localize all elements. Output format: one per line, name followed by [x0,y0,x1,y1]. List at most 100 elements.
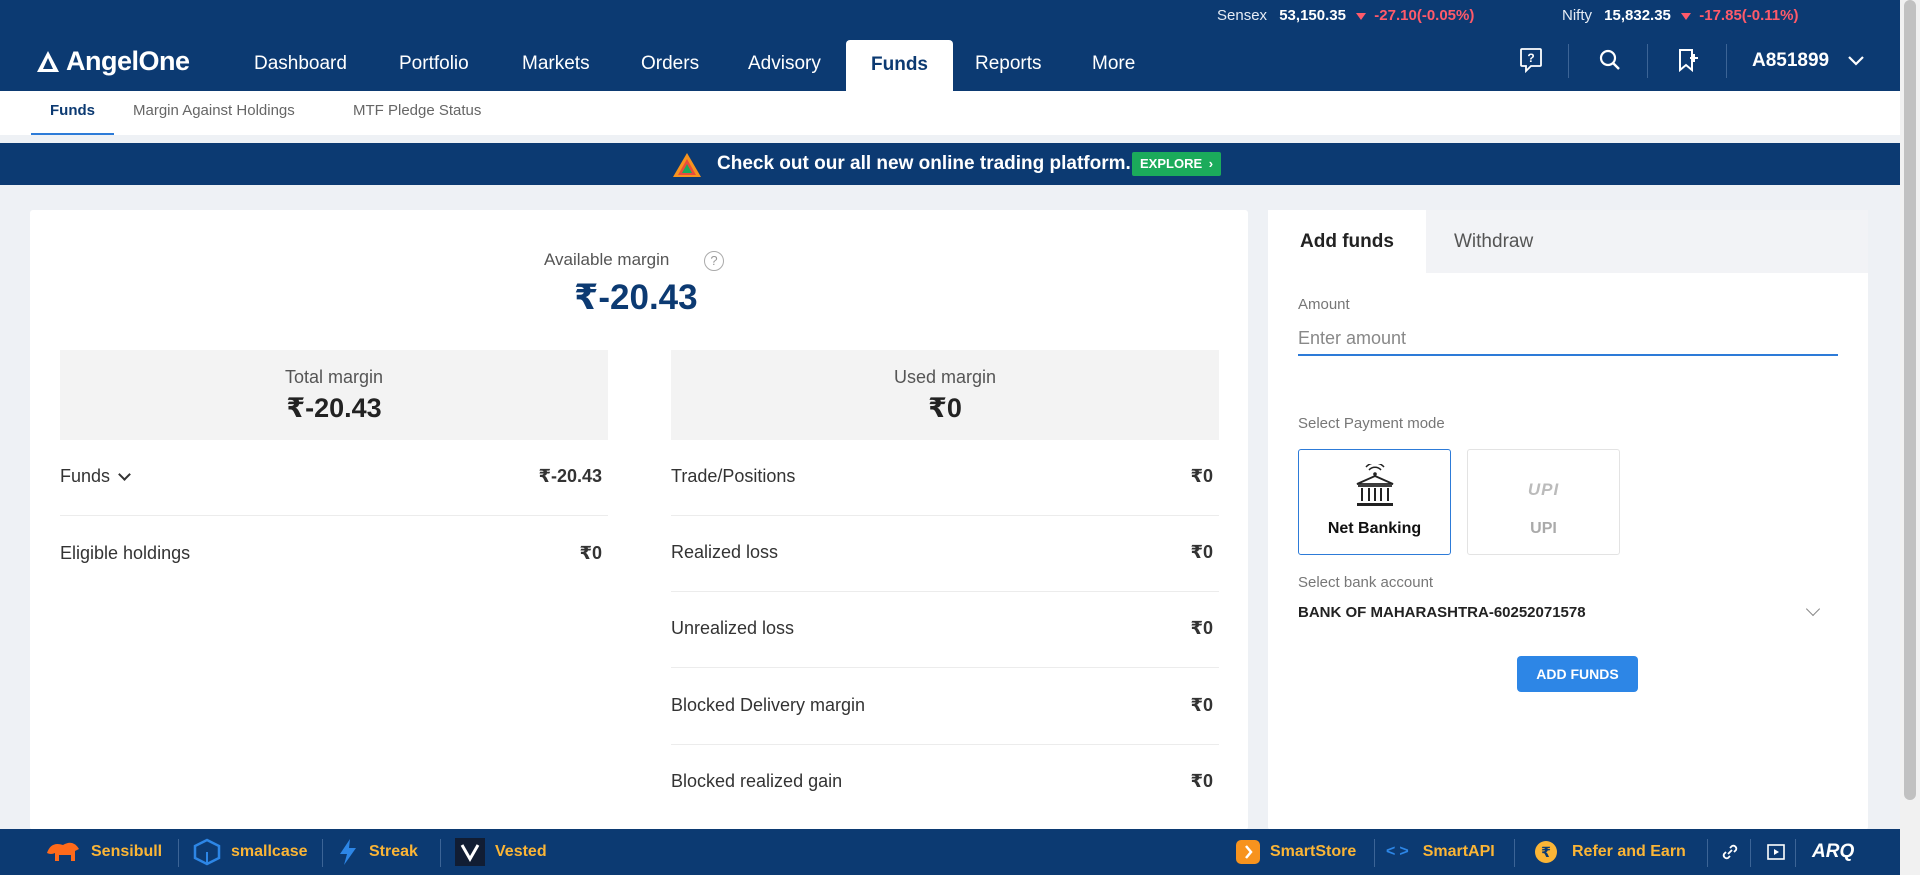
chevron-right-icon: › [1208,156,1214,171]
partner-apps-bar: Sensibull smallcase Streak Vested SmartS… [0,829,1900,875]
nav-funds[interactable]: Funds [846,40,953,91]
logo-text: AngelOne [66,46,190,76]
arq-logo: ARQ [1812,829,1854,875]
eligible-holdings-row: Eligible holdings ₹0 [60,517,608,593]
funds-row-value: ₹-20.43 [538,466,602,486]
bottom-divider [322,839,323,867]
available-margin-value: ₹-20.43 [574,278,698,317]
used-margin-value: ₹0 [928,393,962,423]
vested-link[interactable]: Vested [455,829,547,875]
angelone-logo-icon [37,50,59,72]
payment-mode-label: Select Payment mode [1298,415,1445,432]
nav-portfolio[interactable]: Portfolio [374,32,494,91]
trade-positions-row: Trade/Positions ₹0 [671,440,1219,516]
watchlist-add-icon[interactable] [1674,46,1702,74]
unrealized-loss-row: Unrealized loss ₹0 [671,592,1219,668]
realized-loss-row: Realized loss ₹0 [671,516,1219,592]
nav-divider [1726,44,1727,78]
eligible-holdings-value: ₹0 [579,543,602,563]
blocked-realized-gain-value: ₹0 [1190,771,1213,791]
add-funds-card: Add funds Withdraw Amount Select Payment… [1268,210,1868,830]
bottom-divider [1795,839,1796,867]
sensibull-link[interactable]: Sensibull [45,829,162,875]
smallcase-link[interactable]: smallcase [193,829,308,875]
main-navigation: AngelOne Dashboard Portfolio Markets Ord… [0,32,1900,91]
account-menu[interactable]: A851899 [1752,50,1865,72]
realized-loss-value: ₹0 [1190,542,1213,562]
rupee-coin-icon: ₹ [1530,836,1562,868]
net-banking-option[interactable]: Net Banking [1298,449,1451,555]
upi-option[interactable]: UPI UPI [1467,449,1620,555]
nav-advisory[interactable]: Advisory [723,32,846,91]
streak-link[interactable]: Streak [337,829,418,875]
sensex-ticker[interactable]: Sensex 53,150.35 -27.10(-0.05%) [1217,7,1474,24]
eligible-holdings-label: Eligible holdings [60,543,191,563]
explore-button[interactable]: EXPLORE › [1132,152,1222,176]
upi-label: UPI [1530,520,1557,537]
vested-icon [455,838,485,866]
platform-logo-icon [673,153,701,177]
blocked-realized-gain-row: Blocked realized gain ₹0 [671,745,1219,821]
page-scrollbar[interactable] [1900,0,1920,875]
arq-label: ARQ [1812,841,1855,862]
smallcase-label: smallcase [231,843,308,860]
down-arrow-icon [1681,12,1692,20]
help-chat-icon[interactable]: ? [1517,46,1545,74]
smartapi-link[interactable]: <> SmartAPI [1386,829,1495,875]
code-icon: <> [1386,843,1413,860]
blocked-realized-gain-label: Blocked realized gain [671,771,843,791]
video-icon[interactable] [1765,841,1787,863]
scrollbar-thumb[interactable] [1904,0,1916,800]
bottom-divider [1374,839,1375,867]
chevron-down-icon [1848,56,1865,66]
nav-markets[interactable]: Markets [497,32,615,91]
subtab-funds[interactable]: Funds [31,91,114,135]
used-margin-box: Used margin ₹0 [671,350,1219,440]
bank-account-label: Select bank account [1298,574,1434,591]
account-id: A851899 [1752,50,1830,71]
chevron-down-icon [118,468,131,481]
blocked-delivery-margin-row: Blocked Delivery margin ₹0 [671,669,1219,745]
add-funds-button[interactable]: ADD FUNDS [1517,656,1638,692]
down-arrow-icon [1356,12,1367,20]
bank-icon [1356,464,1394,506]
subtab-margin-against-holdings[interactable]: Margin Against Holdings [114,91,314,135]
nav-reports[interactable]: Reports [950,32,1067,91]
net-banking-label: Net Banking [1327,520,1422,537]
smartstore-link[interactable]: SmartStore [1236,829,1356,875]
funds-row[interactable]: Funds ₹-20.43 [60,440,608,516]
trade-positions-value: ₹0 [1190,466,1213,486]
sensex-change: -27.10(-0.05%) [1374,7,1475,24]
bank-account-select[interactable]: BANK OF MAHARASHTRA-60252071578 [1298,601,1821,634]
svg-text:?: ? [1527,51,1534,65]
blocked-delivery-margin-value: ₹0 [1190,695,1213,715]
unrealized-loss-value: ₹0 [1190,618,1213,638]
bull-icon [45,839,81,865]
bottom-divider [178,839,179,867]
link-icon[interactable] [1719,841,1741,863]
smartapi-label: SmartAPI [1422,843,1495,860]
nifty-ticker[interactable]: Nifty 15,832.35 -17.85(-0.11%) [1562,7,1798,24]
subtab-mtf-pledge-status[interactable]: MTF Pledge Status [334,91,500,135]
search-icon[interactable] [1596,46,1624,74]
tab-withdraw[interactable]: Withdraw [1422,210,1565,273]
total-margin-value: ₹-20.43 [286,393,382,423]
explore-label: EXPLORE [1140,156,1203,171]
amount-input[interactable] [1298,322,1838,356]
angelone-logo[interactable]: AngelOne [36,46,190,77]
available-margin-label: Available margin [544,250,670,269]
banner-text: Check out our all new online trading pla… [717,153,1131,174]
nav-divider [1647,44,1648,78]
refer-and-earn-link[interactable]: ₹ Refer and Earn [1530,829,1686,875]
chevron-down-icon [1805,601,1821,617]
nav-more[interactable]: More [1067,32,1160,91]
nav-orders[interactable]: Orders [616,32,724,91]
promo-banner: Check out our all new online trading pla… [0,143,1900,185]
help-icon[interactable]: ? [704,251,724,271]
smartstore-icon [1236,840,1260,864]
tab-add-funds[interactable]: Add funds [1268,210,1426,273]
nav-dashboard[interactable]: Dashboard [229,32,372,91]
nifty-value: 15,832.35 [1604,7,1671,24]
nav-divider [1568,44,1569,78]
amount-label: Amount [1298,296,1350,313]
